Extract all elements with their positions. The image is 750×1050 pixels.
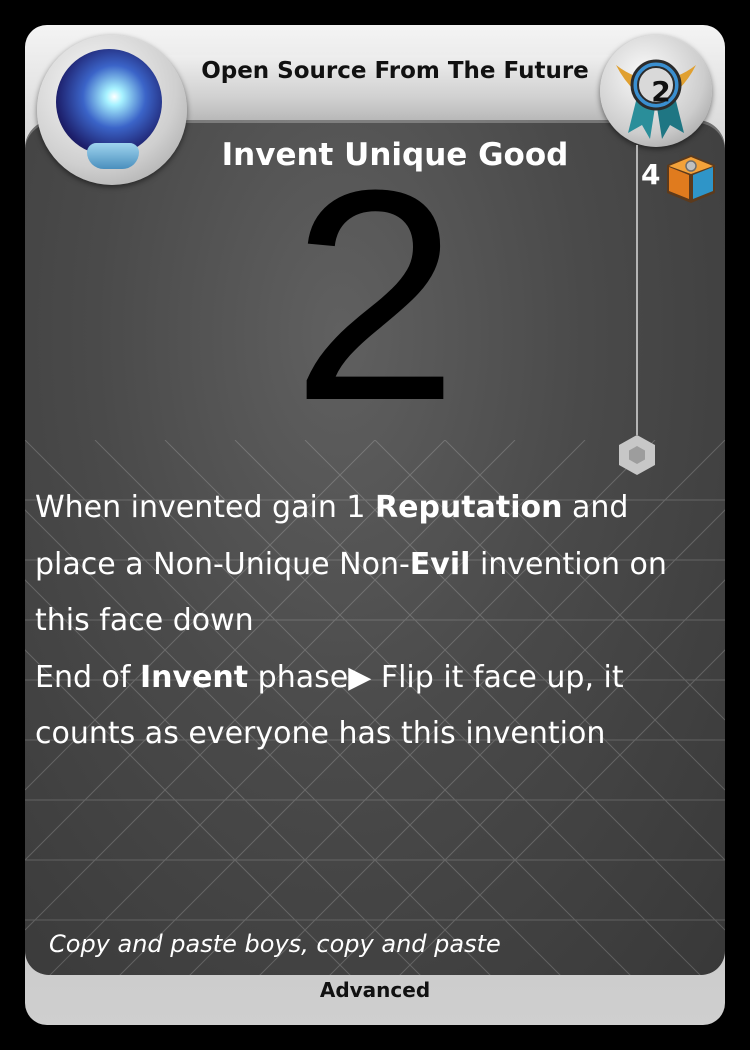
keyword-invent: Invent <box>140 659 249 695</box>
big-number: 2 <box>291 127 459 463</box>
arrow-icon: ▶ <box>348 659 372 695</box>
divider-line <box>636 145 638 435</box>
cost-value: 4 <box>641 158 661 191</box>
rules-text: When invented gain 1 Reputation and plac… <box>35 490 667 751</box>
card-name: Open Source From The Future <box>201 58 589 84</box>
card: Open Source From The Future 2 Invent Uni… <box>25 25 725 1025</box>
hexagon-icon <box>619 435 655 475</box>
keyword-evil: Evil <box>409 546 471 582</box>
crate-icon <box>667 155 715 203</box>
level-number: 2 <box>651 75 671 108</box>
keyword-reputation: Reputation <box>375 490 563 525</box>
flavor-text: Copy and paste boys, copy and paste <box>49 930 501 958</box>
set-label: Advanced <box>319 978 431 1002</box>
